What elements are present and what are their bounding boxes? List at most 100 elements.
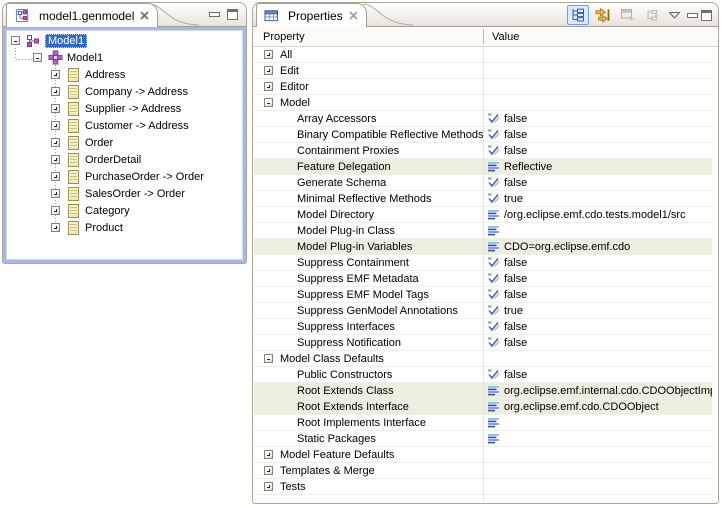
tree-item[interactable]: SalesOrder -> Order [6, 185, 243, 202]
tree-item[interactable]: PurchaseOrder -> Order [6, 168, 243, 185]
collapse-toggle-icon[interactable] [264, 98, 273, 107]
expand-toggle-icon[interactable] [264, 66, 273, 75]
property-label: Suppress EMF Model Tags [297, 289, 429, 301]
property-name-cell: Templates & Merge [254, 463, 483, 478]
property-name-cell: Suppress GenModel Annotations [254, 303, 483, 318]
collapse-toggle-icon[interactable] [11, 36, 20, 45]
property-value-cell [483, 79, 712, 94]
expand-toggle-icon[interactable] [264, 466, 273, 475]
property-name-cell: Model Class Defaults [254, 351, 483, 366]
expand-toggle-icon[interactable] [264, 450, 273, 459]
property-label: Templates & Merge [280, 465, 375, 477]
restore-default-value-button[interactable] [617, 5, 639, 25]
genmodel-root-icon [25, 33, 41, 49]
property-value-cell [483, 223, 712, 238]
property-label: Public Constructors [297, 369, 392, 381]
property-label: Suppress Interfaces [297, 321, 395, 333]
boolean-value-icon [487, 289, 500, 300]
property-value-cell: /org.eclipse.emf.cdo.tests.model1/src [483, 207, 712, 222]
collapse-toggle-icon[interactable] [264, 354, 273, 363]
column-divider[interactable] [483, 29, 484, 44]
eclass-icon [65, 152, 81, 168]
eclass-icon [65, 118, 81, 134]
properties-column-header: Property Value [253, 27, 718, 47]
property-value-cell [483, 351, 712, 366]
expand-toggle-icon[interactable] [51, 223, 60, 232]
tree-item-label: Supplier -> Address [85, 103, 181, 115]
tree-item[interactable]: Supplier -> Address [6, 100, 243, 117]
property-name-cell: Root Implements Interface [254, 415, 483, 430]
eclass-icon [65, 203, 81, 219]
expand-toggle-icon[interactable] [51, 206, 60, 215]
pin-property-view-button[interactable] [642, 5, 664, 25]
tree-item[interactable]: Customer -> Address [6, 117, 243, 134]
property-value-cell [483, 447, 712, 462]
tree-item-package[interactable]: Model1 [6, 49, 243, 66]
close-icon[interactable] [140, 9, 149, 23]
tree-item-label: OrderDetail [85, 154, 141, 166]
property-label: Model Plug-in Variables [297, 241, 412, 253]
property-value: false [504, 177, 527, 189]
minimize-icon[interactable] [687, 13, 698, 18]
expand-toggle-icon[interactable] [51, 155, 60, 164]
property-value-cell [483, 63, 712, 78]
maximize-icon[interactable] [701, 10, 712, 21]
property-value-cell: false [483, 175, 712, 190]
property-value: false [504, 289, 527, 301]
property-value: false [504, 145, 527, 157]
boolean-value-icon [487, 257, 500, 268]
column-header-property[interactable]: Property [253, 31, 305, 43]
close-icon[interactable] [349, 9, 358, 23]
property-name-cell: Suppress Containment [254, 255, 483, 270]
property-label: Model [280, 97, 310, 109]
minimize-icon[interactable] [209, 12, 220, 17]
column-header-value[interactable]: Value [492, 31, 519, 43]
property-name-cell: All [254, 47, 483, 62]
properties-tab[interactable]: Properties [256, 3, 367, 27]
maximize-icon[interactable] [227, 9, 238, 20]
genmodel-tree: Model1 Model1 AddressCompany -> Address S… [6, 32, 243, 236]
property-name-cell: Model Feature Defaults [254, 447, 483, 462]
tree-item[interactable]: Product [6, 219, 243, 236]
expand-toggle-icon[interactable] [51, 104, 60, 113]
property-label: Static Packages [297, 433, 376, 445]
show-advanced-properties-button[interactable] [592, 5, 614, 25]
property-value: CDO=org.eclipse.emf.cdo [504, 241, 630, 253]
expand-toggle-icon[interactable] [51, 121, 60, 130]
text-value-icon [487, 417, 500, 428]
expand-toggle-icon[interactable] [51, 70, 60, 79]
properties-toolbar [567, 5, 712, 25]
show-categories-button[interactable] [567, 5, 589, 25]
expand-toggle-icon[interactable] [264, 50, 273, 59]
property-label: Feature Delegation [297, 161, 391, 173]
properties-table-icon [264, 9, 279, 22]
eclass-icon [65, 67, 81, 83]
expand-toggle-icon[interactable] [51, 87, 60, 96]
property-value-cell: org.eclipse.emf.internal.cdo.CDOObjectIm… [483, 383, 712, 398]
text-value-icon [487, 433, 500, 444]
collapse-toggle-icon[interactable] [33, 53, 42, 62]
property-value-cell: Reflective [483, 159, 712, 174]
editor-tab-model1-genmodel[interactable]: model1.genmodel [6, 3, 158, 27]
property-label: All [280, 49, 292, 61]
boolean-value-icon [487, 305, 500, 316]
expand-toggle-icon[interactable] [51, 138, 60, 147]
expand-toggle-icon[interactable] [51, 189, 60, 198]
tree-item[interactable]: Company -> Address [6, 83, 243, 100]
property-value: org.eclipse.emf.cdo.CDOObject [504, 401, 659, 413]
property-value-cell [483, 47, 712, 62]
property-name-cell: Generate Schema [254, 175, 483, 190]
property-value-cell: false [483, 127, 712, 142]
expand-toggle-icon[interactable] [264, 82, 273, 91]
property-label: Minimal Reflective Methods [297, 193, 432, 205]
tree-item[interactable]: Order [6, 134, 243, 151]
tree-item-root[interactable]: Model1 [6, 32, 243, 49]
tree-item[interactable]: Category [6, 202, 243, 219]
expand-toggle-icon[interactable] [264, 482, 273, 491]
view-menu-icon[interactable] [669, 12, 680, 19]
text-value-icon [487, 209, 500, 220]
tree-item[interactable]: OrderDetail [6, 151, 243, 168]
tree-item[interactable]: Address [6, 66, 243, 83]
expand-toggle-icon[interactable] [51, 172, 60, 181]
property-value: false [504, 113, 527, 125]
